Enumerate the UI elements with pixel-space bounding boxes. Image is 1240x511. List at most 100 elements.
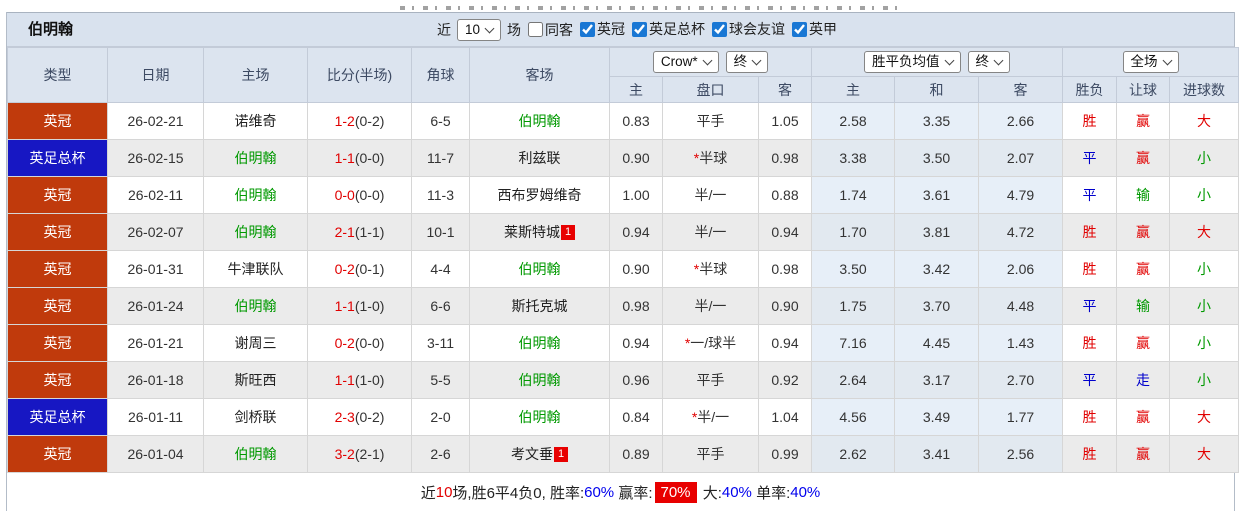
same-away-label: 同客 (545, 21, 574, 38)
result-goals-cell: 大 (1169, 435, 1240, 473)
bookmaker-select[interactable]: Crow* (652, 51, 719, 73)
subcol-header-result-handicap: 让球 (1116, 76, 1171, 103)
odds-home-cell: 0.96 (609, 361, 663, 399)
league-filter-checkbox[interactable] (712, 21, 728, 37)
result-handicap-cell: 赢 (1116, 398, 1171, 436)
handicap-cell: 平手 (662, 361, 759, 399)
score-cell: 2-1(1-1) (307, 213, 412, 251)
date-cell: 26-02-11 (107, 176, 204, 214)
avg-away-cell: 2.66 (978, 102, 1064, 140)
table-row: 英冠 26-02-21 诺维奇 1-2(0-2) 6-5 伯明翰 0.83 平手 1.05 2.5… (7, 102, 1240, 140)
avg-odds-value: 胜平负均值 (872, 54, 940, 69)
chevron-down-icon (484, 23, 495, 33)
league-filter-label: 球会友谊 (729, 21, 786, 38)
avg-home-cell: 2.62 (811, 435, 896, 473)
table-row: 英冠 26-01-04 伯明翰 3-2(2-1) 2-6 考文垂 1 0.89 平手 0.99 2.… (7, 435, 1240, 473)
league-filter-checkbox[interactable] (632, 21, 648, 37)
odds-home-cell: 0.84 (609, 398, 663, 436)
league-filter[interactable]: 球会友谊 (712, 19, 785, 39)
away-team-cell[interactable]: 利兹联 (469, 139, 610, 177)
home-team-cell[interactable]: 伯明翰 (203, 176, 308, 214)
league-filter[interactable]: 英甲 (792, 19, 837, 39)
home-team-cell[interactable]: 牛津联队 (203, 250, 308, 288)
league-filter[interactable]: 英冠 (580, 19, 625, 39)
result-wdl-cell: 平 (1062, 139, 1118, 177)
league-filter[interactable]: 英足总杯 (632, 19, 705, 39)
avg-stage-select[interactable]: 终 (967, 51, 1011, 73)
home-team-cell[interactable]: 剑桥联 (203, 398, 308, 436)
away-team-cell[interactable]: 伯明翰 (469, 398, 610, 436)
avg-away-cell: 4.48 (978, 287, 1064, 325)
match-count-select[interactable]: 10 (457, 18, 502, 41)
result-handicap-cell: 赢 (1116, 102, 1171, 140)
win-rate-badge: 70% (654, 481, 697, 503)
home-team-cell[interactable]: 伯明翰 (203, 139, 308, 177)
date-cell: 26-01-31 (107, 250, 204, 288)
result-goals-cell: 小 (1169, 287, 1240, 325)
chevron-down-icon (1162, 55, 1172, 66)
result-handicap-cell: 赢 (1116, 213, 1171, 251)
league-filter-checkbox[interactable] (580, 21, 596, 37)
away-team-cell[interactable]: 考文垂 1 (469, 435, 610, 473)
home-team-cell[interactable]: 伯明翰 (203, 435, 308, 473)
corners-cell: 2-0 (411, 398, 470, 436)
filter-bar: 近 10 场 同客 英冠 英足总杯 球会友谊 英甲 (437, 13, 837, 46)
result-wdl-cell: 胜 (1062, 213, 1118, 251)
corners-cell: 11-3 (411, 176, 470, 214)
handicap-cell: 平手 (662, 435, 759, 473)
date-cell: 26-01-21 (107, 324, 204, 362)
odds-away-cell: 0.94 (757, 324, 813, 362)
away-team-cell[interactable]: 伯明翰 (469, 361, 610, 399)
avg-draw-cell: 3.61 (894, 176, 980, 214)
avg-home-cell: 7.16 (811, 324, 896, 362)
avg-away-cell: 2.06 (978, 250, 1064, 288)
home-team-cell[interactable]: 谢周三 (203, 324, 308, 362)
subcol-header-result-wdl: 胜负 (1062, 76, 1118, 103)
avg-draw-cell: 3.35 (894, 102, 980, 140)
odds-away-cell: 0.88 (757, 176, 813, 214)
same-away-filter[interactable]: 同客 (528, 20, 573, 40)
odds-stage-select[interactable]: 终 (725, 51, 769, 73)
fulltime-select[interactable]: 全场 (1122, 51, 1179, 73)
league-cell: 英足总杯 (7, 398, 108, 436)
home-team-cell[interactable]: 伯明翰 (203, 287, 308, 325)
league-filter-checkbox[interactable] (792, 21, 808, 37)
odds-home-cell: 0.83 (609, 102, 663, 140)
avg-away-cell: 1.43 (978, 324, 1064, 362)
away-team-cell[interactable]: 伯明翰 (469, 250, 610, 288)
summary-text: 40% (721, 483, 752, 501)
star-marker: * (691, 409, 698, 425)
avg-draw-cell: 3.49 (894, 398, 980, 436)
score-cell: 0-2(0-1) (307, 250, 412, 288)
corners-cell: 4-4 (411, 250, 470, 288)
score-cell: 2-3(0-2) (307, 398, 412, 436)
home-team-cell[interactable]: 斯旺西 (203, 361, 308, 399)
avg-odds-select[interactable]: 胜平负均值 (864, 51, 961, 73)
home-team-cell[interactable]: 伯明翰 (203, 213, 308, 251)
fulltime-select-group: 全场 (1062, 47, 1240, 77)
table-row: 英足总杯 26-02-15 伯明翰 1-1(0-0) 11-7 利兹联 0.90 *半球 0.9… (7, 139, 1240, 177)
result-handicap-cell: 赢 (1116, 324, 1171, 362)
league-filters: 英冠 英足总杯 球会友谊 英甲 (573, 19, 837, 40)
match-count-value: 10 (465, 21, 481, 37)
result-wdl-cell: 胜 (1062, 102, 1118, 140)
summary-text: 近 (420, 484, 436, 502)
odds-home-cell: 0.89 (609, 435, 663, 473)
subcol-header-avg-draw: 和 (894, 76, 980, 103)
home-team-cell[interactable]: 诺维奇 (203, 102, 308, 140)
away-team-cell[interactable]: 伯明翰 (469, 102, 610, 140)
away-team-cell[interactable]: 伯明翰 (469, 324, 610, 362)
summary-text: 大: (698, 484, 722, 502)
result-wdl-cell: 平 (1062, 287, 1118, 325)
date-cell: 26-01-24 (107, 287, 204, 325)
league-cell: 英冠 (7, 213, 108, 251)
date-cell: 26-02-07 (107, 213, 204, 251)
table-row: 英冠 26-01-31 牛津联队 0-2(0-1) 4-4 伯明翰 0.90 *半球 0.98 3… (7, 250, 1240, 288)
col-header-type: 类型 (7, 47, 108, 103)
same-away-checkbox[interactable] (528, 22, 544, 37)
away-team-cell[interactable]: 西布罗姆维奇 (469, 176, 610, 214)
away-team-cell[interactable]: 莱斯特城 1 (469, 213, 610, 251)
handicap-cell: 半/一 (662, 176, 759, 214)
away-team-cell[interactable]: 斯托克城 (469, 287, 610, 325)
avg-away-cell: 2.56 (978, 435, 1064, 473)
